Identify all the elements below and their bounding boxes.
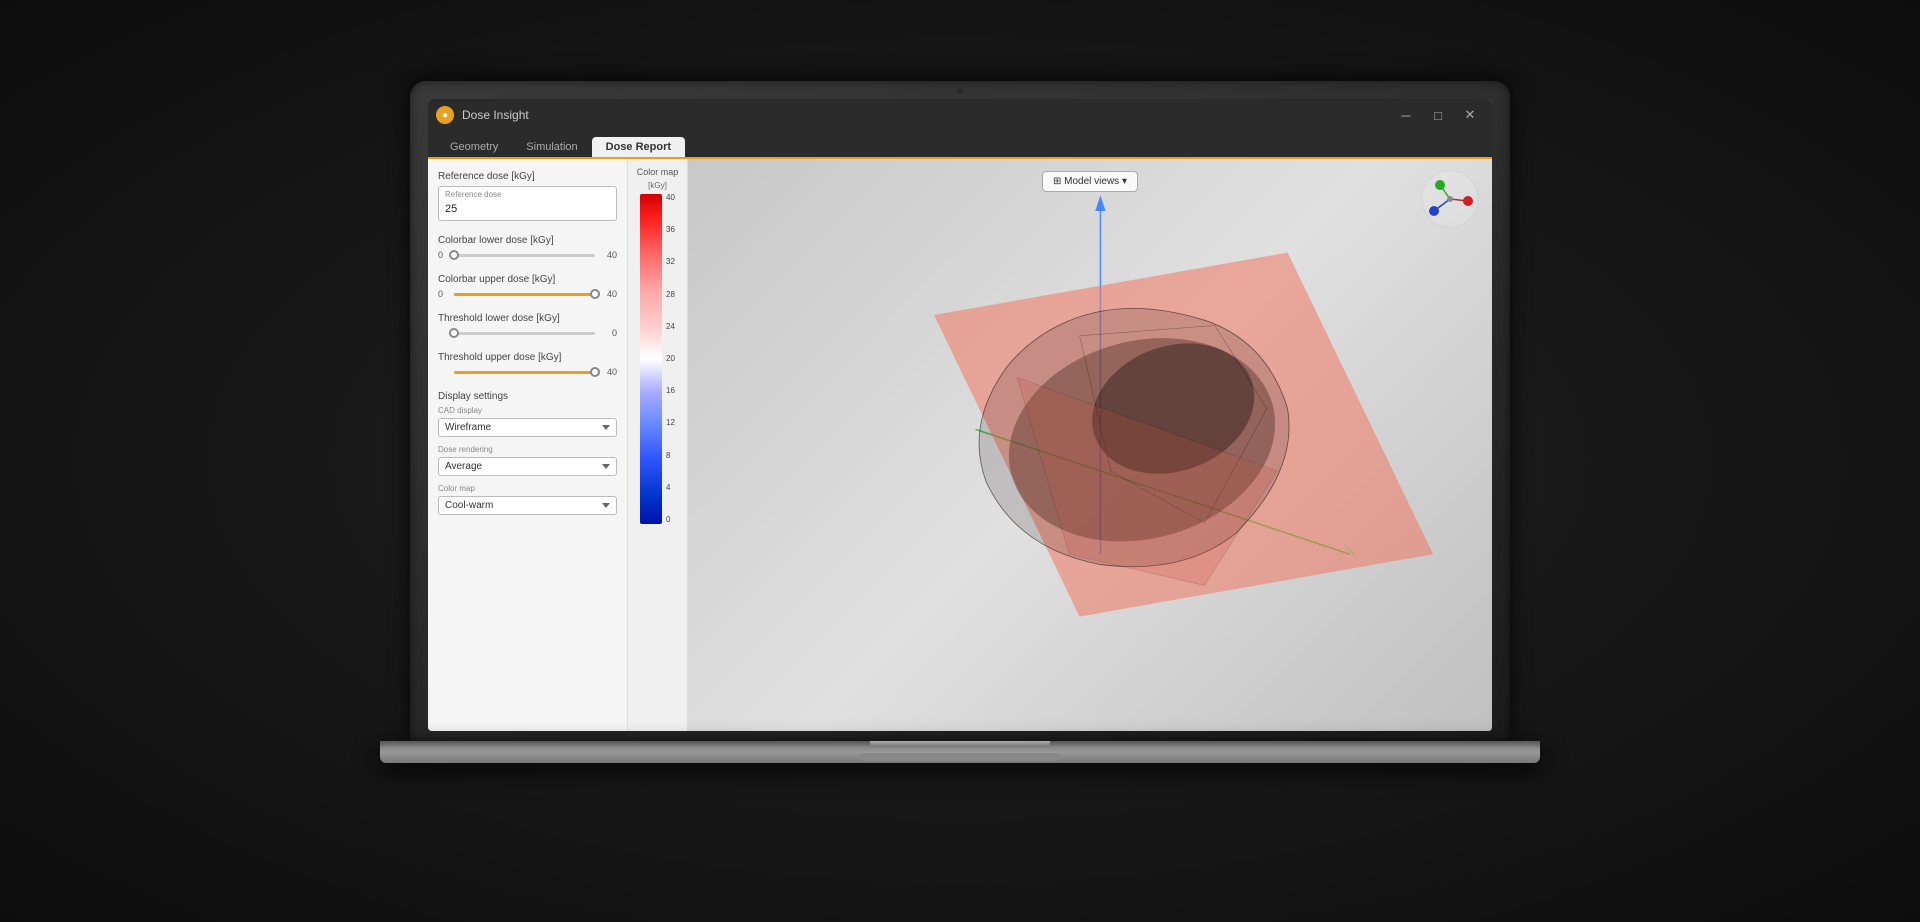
colormap-bar-container: 40 36 32 28 24 20 16 12 8 4 0 xyxy=(640,194,675,524)
tick-8: 8 xyxy=(666,452,675,460)
tick-28: 28 xyxy=(666,291,675,299)
close-button[interactable]: ✕ xyxy=(1456,104,1484,126)
threshold-lower-section: Threshold lower dose [kGy] 0 xyxy=(438,313,617,338)
colorbar-upper-slider-row: 0 40 xyxy=(438,289,617,299)
colorbar-lower-label: Colorbar lower dose [kGy] xyxy=(438,235,617,246)
colorbar-upper-label: Colorbar upper dose [kGy] xyxy=(438,274,617,285)
tab-bar: Geometry Simulation Dose Report xyxy=(428,131,1492,159)
threshold-upper-slider-row: 40 xyxy=(438,367,617,377)
camera-dot xyxy=(957,88,963,94)
screen-bezel: ● Dose Insight ─ □ ✕ Geometry Simulation… xyxy=(410,81,1510,741)
tick-24: 24 xyxy=(666,323,675,331)
laptop-hinge xyxy=(870,741,1050,747)
window-controls: ─ □ ✕ xyxy=(1392,104,1484,126)
reference-dose-value: 25 xyxy=(445,203,457,215)
tab-dose-report[interactable]: Dose Report xyxy=(592,137,685,157)
colorbar-lower-max: 40 xyxy=(599,250,617,260)
display-settings-section: Display settings CAD display Wireframe S… xyxy=(438,391,617,515)
scene-background: ⊞ Model views ▾ xyxy=(688,159,1492,731)
app-title: Dose Insight xyxy=(462,108,1384,122)
colorbar-lower-section: Colorbar lower dose [kGy] 0 40 xyxy=(438,235,617,260)
cad-display-label: CAD display xyxy=(438,406,617,415)
threshold-lower-label: Threshold lower dose [kGy] xyxy=(438,313,617,324)
laptop: ● Dose Insight ─ □ ✕ Geometry Simulation… xyxy=(390,81,1530,841)
maximize-button[interactable]: □ xyxy=(1424,104,1452,126)
threshold-lower-slider-row: 0 xyxy=(438,328,617,338)
threshold-lower-track[interactable] xyxy=(454,332,595,335)
color-map-group: Color map Cool-warm Rainbow Grayscale xyxy=(438,484,617,515)
display-settings-label: Display settings xyxy=(438,391,617,402)
threshold-upper-track[interactable] xyxy=(454,371,595,374)
dose-rendering-group: Dose rendering Average Maximum Minimum xyxy=(438,445,617,476)
dose-rendering-label: Dose rendering xyxy=(438,445,617,454)
tick-32: 32 xyxy=(666,258,675,266)
app-icon: ● xyxy=(436,106,454,124)
color-map-select[interactable]: Cool-warm Rainbow Grayscale xyxy=(438,496,617,515)
colormap-bar xyxy=(640,194,662,524)
tick-20: 20 xyxy=(666,355,675,363)
tick-40: 40 xyxy=(666,194,675,202)
colormap-ticks: 40 36 32 28 24 20 16 12 8 4 0 xyxy=(666,194,675,524)
laptop-bottom xyxy=(380,741,1540,763)
tab-simulation[interactable]: Simulation xyxy=(512,137,591,157)
navigation-cube[interactable] xyxy=(1420,169,1480,229)
cad-display-select[interactable]: Wireframe Solid None xyxy=(438,418,617,437)
minimize-button[interactable]: ─ xyxy=(1392,104,1420,126)
colorbar-upper-track[interactable] xyxy=(454,293,595,296)
threshold-lower-max: 0 xyxy=(599,328,617,338)
screen: ● Dose Insight ─ □ ✕ Geometry Simulation… xyxy=(428,99,1492,731)
threshold-upper-section: Threshold upper dose [kGy] 40 xyxy=(438,352,617,377)
colorbar-upper-max: 40 xyxy=(599,289,617,299)
app-window: ● Dose Insight ─ □ ✕ Geometry Simulation… xyxy=(428,99,1492,731)
colorbar-upper-min: 0 xyxy=(438,289,450,299)
left-panel: Reference dose [kGy] Reference dose 25 C… xyxy=(428,159,628,731)
scene-svg xyxy=(688,159,1492,731)
reference-dose-label: Reference dose [kGy] xyxy=(438,171,617,182)
colormap-panel: Color map [kGy] 40 36 32 28 24 20 xyxy=(628,159,688,731)
reference-dose-section: Reference dose [kGy] Reference dose 25 xyxy=(438,171,617,221)
tick-36: 36 xyxy=(666,226,675,234)
title-bar: ● Dose Insight ─ □ ✕ xyxy=(428,99,1492,131)
colorbar-upper-section: Colorbar upper dose [kGy] 0 40 xyxy=(438,274,617,299)
viewport[interactable]: ⊞ Model views ▾ xyxy=(688,159,1492,731)
tick-12: 12 xyxy=(666,419,675,427)
tick-0: 0 xyxy=(666,516,675,524)
colorbar-lower-track[interactable] xyxy=(454,254,595,257)
trackpad xyxy=(860,753,1060,761)
tab-geometry[interactable]: Geometry xyxy=(436,137,512,157)
nav-cube-svg xyxy=(1420,169,1480,229)
reference-dose-input-group[interactable]: Reference dose 25 xyxy=(438,186,617,221)
cad-display-group: CAD display Wireframe Solid None xyxy=(438,406,617,437)
colormap-unit: [kGy] xyxy=(648,181,667,190)
reference-dose-input-label: Reference dose xyxy=(445,190,610,199)
threshold-upper-label: Threshold upper dose [kGy] xyxy=(438,352,617,363)
color-map-label: Color map xyxy=(438,484,617,493)
threshold-upper-max: 40 xyxy=(599,367,617,377)
dose-rendering-select[interactable]: Average Maximum Minimum xyxy=(438,457,617,476)
colorbar-lower-slider-row: 0 40 xyxy=(438,250,617,260)
colormap-label: Color map xyxy=(637,167,679,177)
main-content: Reference dose [kGy] Reference dose 25 C… xyxy=(428,159,1492,731)
tick-4: 4 xyxy=(666,484,675,492)
tick-16: 16 xyxy=(666,387,675,395)
